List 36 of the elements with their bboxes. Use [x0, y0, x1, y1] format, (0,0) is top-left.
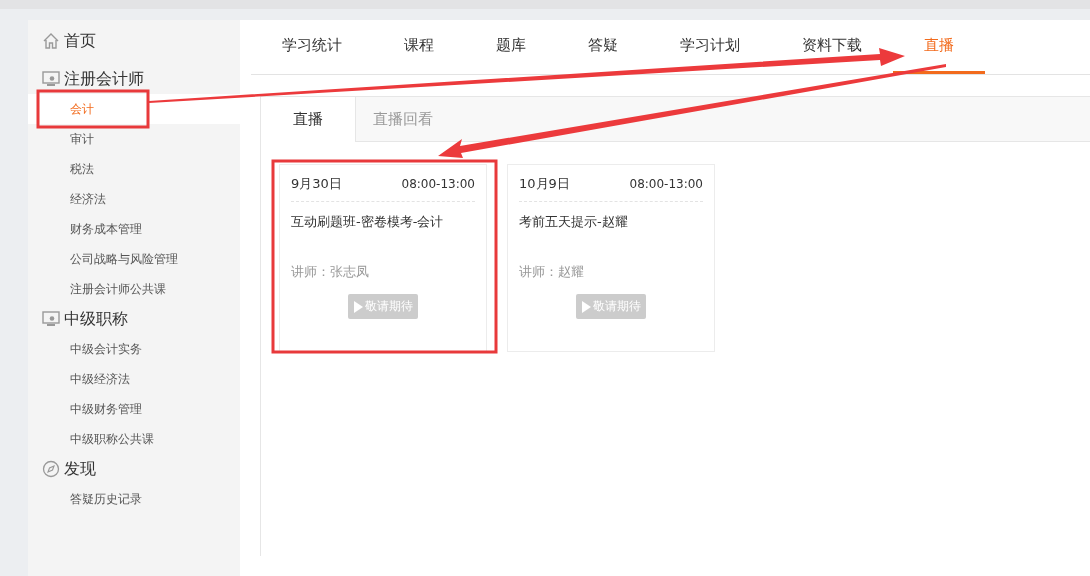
nav-tab[interactable]: 答疑	[557, 20, 649, 74]
nav-tab[interactable]: 学习统计	[251, 20, 373, 74]
live-title: 互动刷题班-密卷模考-会计	[291, 213, 445, 231]
sidebar-item[interactable]: 经济法	[28, 184, 240, 214]
sidebar-item[interactable]: 中级职称公共课	[28, 424, 240, 454]
sidebar-item[interactable]: 税法	[28, 154, 240, 184]
nav-tab[interactable]: 学习计划	[649, 20, 771, 74]
teacher-name: 讲师：张志凤	[291, 263, 370, 281]
home-icon	[42, 32, 60, 50]
nav-tab[interactable]: 资料下载	[771, 20, 893, 74]
sidebar-heading[interactable]: 注册会计师	[64, 68, 144, 90]
sidebar-item[interactable]: 财务成本管理	[28, 214, 240, 244]
sidebar-heading[interactable]: 首页	[64, 30, 96, 52]
nav-tab[interactable]: 题库	[465, 20, 557, 74]
play-icon	[353, 300, 363, 313]
live-time: 08:00-13:00	[401, 177, 475, 191]
live-title: 考前五天提示-赵耀	[519, 213, 629, 231]
sidebar-item[interactable]: 中级会计实务	[28, 334, 240, 364]
nav-tab[interactable]: 课程	[373, 20, 465, 74]
sidebar-item[interactable]: 中级经济法	[28, 364, 240, 394]
monitor-icon	[42, 311, 60, 327]
play-icon	[581, 300, 591, 313]
compass-icon	[42, 460, 60, 478]
sidebar-item[interactable]: 审计	[28, 124, 240, 154]
sidebar-heading[interactable]: 发现	[64, 458, 96, 480]
live-date: 10月9日	[519, 175, 570, 193]
monitor-icon	[42, 71, 60, 87]
live-date: 9月30日	[291, 175, 342, 193]
sidebar-item[interactable]: 中级财务管理	[28, 394, 240, 424]
sidebar-item[interactable]: 公司战略与风险管理	[28, 244, 240, 274]
sidebar-heading[interactable]: 中级职称	[64, 308, 128, 330]
sub-tab[interactable]: 直播	[261, 97, 356, 142]
sidebar-item[interactable]: 注册会计师公共课	[28, 274, 240, 304]
sidebar-item[interactable]: 答疑历史记录	[28, 484, 240, 514]
teacher-name: 讲师：赵耀	[519, 263, 585, 281]
live-time: 08:00-13:00	[629, 177, 703, 191]
